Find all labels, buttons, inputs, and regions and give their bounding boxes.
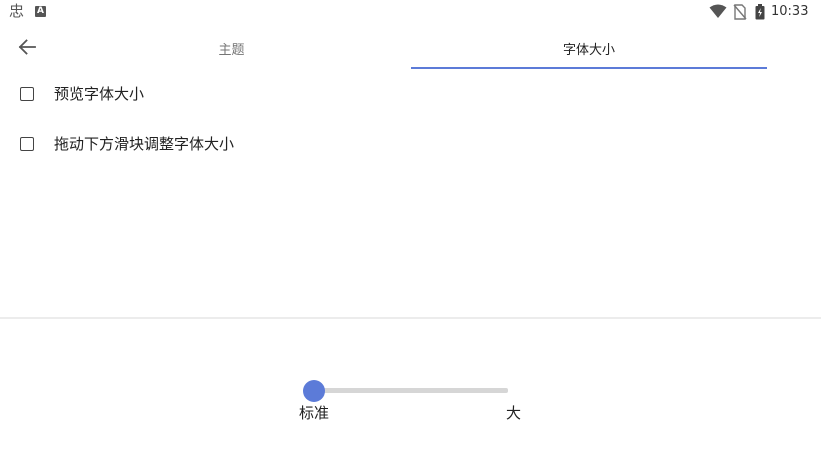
drag-slider-checkbox[interactable] [20,137,34,151]
slider-max-label: 大 [506,404,522,422]
tab-font-size-label: 字体大小 [562,42,615,58]
status-bar: 忠 A 10:33 [0,0,821,24]
preview-font-size-checkbox[interactable] [20,87,34,101]
app-notification-icon: 忠 [9,2,25,20]
preview-font-size-option[interactable]: 预览字体大小 [0,74,821,114]
tab-font-size[interactable]: 字体大小 [411,28,767,68]
drag-slider-option[interactable]: 拖动下方滑块调整字体大小 [0,124,821,164]
slider-min-label: 标准 [299,404,330,422]
wifi-icon [709,4,727,18]
arrow-left-icon [18,39,36,55]
drag-slider-label: 拖动下方滑块调整字体大小 [54,135,235,153]
slider-thumb[interactable] [303,380,325,402]
tab-theme[interactable]: 主题 [52,28,411,68]
battery-charging-icon [755,4,765,20]
no-sim-icon [733,4,747,20]
tab-indicator [411,67,767,69]
status-time: 10:33 [771,4,809,19]
back-button[interactable] [12,32,42,62]
font-size-slider[interactable] [302,380,508,402]
slider-track [314,388,508,393]
tab-theme-label: 主题 [218,42,245,58]
preview-font-size-label: 预览字体大小 [54,85,145,103]
divider [0,317,821,319]
a-letter-icon: A [35,6,46,17]
